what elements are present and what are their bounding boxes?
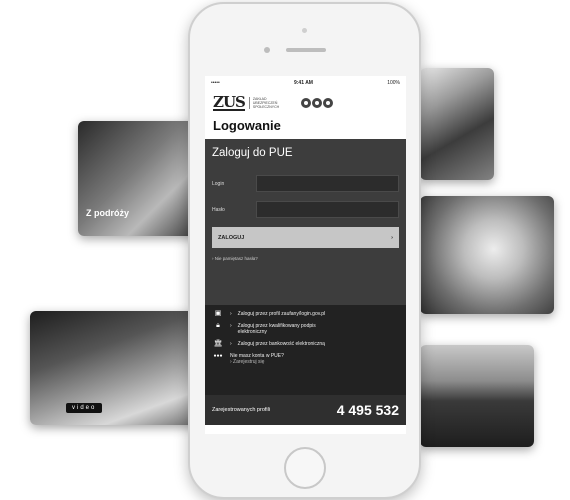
register-row[interactable]: ●●● Nie masz konta w PUE? › Zarejestruj … (212, 353, 399, 365)
zus-org-name: ZAKŁAD UBEZPIECZEŃ SPOŁECZNYCH (248, 97, 293, 109)
chevron-right-icon: › (230, 323, 232, 329)
forgot-password-link[interactable]: › Nie pamiętasz hasła? (212, 256, 399, 261)
alt-login-trusted-profile[interactable]: ▣ › Zaloguj przez profil zaufany/login.g… (212, 310, 399, 317)
status-time: 9:41 AM (293, 80, 313, 86)
phone-screen: ••••• 9:41 AM 100% ZUS ZAKŁAD UBEZPIECZE… (205, 76, 406, 434)
zus-logo: ZUS (213, 92, 246, 111)
lock-icon: 🔒︎ (216, 322, 220, 329)
photo-card-sea (420, 345, 534, 447)
org-line: SPOŁECZNYCH (252, 105, 280, 109)
photo-card-child (420, 196, 554, 314)
login-label: Login (212, 180, 225, 187)
brand-header: ZUS ZAKŁAD UBEZPIECZEŃ SPOŁECZNYCH (205, 90, 406, 116)
ooo-icon: ●●● (213, 353, 223, 359)
phone-mockup: ••••• 9:41 AM 100% ZUS ZAKŁAD UBEZPIECZE… (188, 2, 421, 499)
alt-login-text: Zaloguj przez kwalifikowany podpis elekt… (238, 323, 316, 335)
password-row: Hasło (212, 201, 399, 218)
alt-login-label: Zaloguj przez profil zaufany/login.gov.p… (237, 311, 326, 317)
phone-camera (264, 47, 270, 53)
login-button-label: ZALOGUJ (218, 234, 245, 241)
login-button[interactable]: ZALOGUJ › (212, 227, 399, 248)
photo-card-video: video (30, 311, 200, 425)
ooo-logo-icon (300, 98, 333, 108)
password-input[interactable] (256, 201, 399, 218)
photo-card-title: Z podróży (86, 208, 129, 218)
alt-login-text: Zaloguj przez bankowość elektroniczną (238, 341, 325, 347)
chevron-right-icon: › (230, 341, 232, 347)
alt-login-text: Nie masz konta w PUE? › Zarejestruj się (230, 353, 284, 365)
photo-scene (30, 311, 200, 425)
photo-scene (420, 345, 534, 447)
alt-login-signature[interactable]: 🔒︎ › Zaloguj przez kwalifikowany podpis … (212, 322, 399, 335)
photo-scene (78, 121, 198, 236)
status-bar: ••••• 9:41 AM 100% (205, 76, 406, 90)
register-link[interactable]: › Zarejestruj się (230, 359, 284, 365)
photo-card-family (420, 68, 494, 180)
alt-login-text: Zaloguj przez profil zaufany/login.gov.p… (238, 311, 325, 317)
stats-bar: Zarejestrowanych profili 4 495 532 (205, 395, 406, 425)
chevron-right-icon: › (230, 311, 232, 317)
chevron-right-icon: › (391, 234, 393, 241)
phone-sensor (302, 28, 307, 33)
alt-login-bank[interactable]: 🏛︎ › Zaloguj przez bankowość elektronicz… (212, 340, 399, 347)
video-badge: video (66, 403, 103, 413)
login-panel: Zaloguj do PUE Login Hasło ZALOGUJ › › N… (205, 139, 406, 305)
alternative-login-panel: ▣ › Zaloguj przez profil zaufany/login.g… (205, 305, 406, 395)
login-title: Zaloguj do PUE (212, 147, 293, 159)
login-input[interactable] (256, 175, 399, 192)
carrier-indicator: ••••• (211, 80, 220, 86)
photo-scene (420, 196, 554, 314)
alt-login-label: Zaloguj przez bankowość elektroniczną (237, 341, 325, 347)
profile-trusted-icon: ▣ (214, 310, 222, 317)
home-button[interactable] (284, 447, 326, 489)
bank-icon: 🏛︎ (213, 340, 223, 347)
stats-label: Zarejestrowanych profili (212, 406, 271, 413)
page-title: Logowanie (213, 118, 281, 133)
photo-scene (420, 68, 494, 180)
battery-indicator: 100% (387, 80, 400, 86)
stats-value: 4 495 532 (336, 402, 399, 418)
phone-speaker (286, 48, 326, 52)
photo-card-travel: Z podróży (78, 121, 198, 236)
password-label: Hasło (212, 206, 225, 213)
alt-login-sub: elektroniczny (237, 329, 267, 335)
login-row: Login (212, 175, 399, 192)
